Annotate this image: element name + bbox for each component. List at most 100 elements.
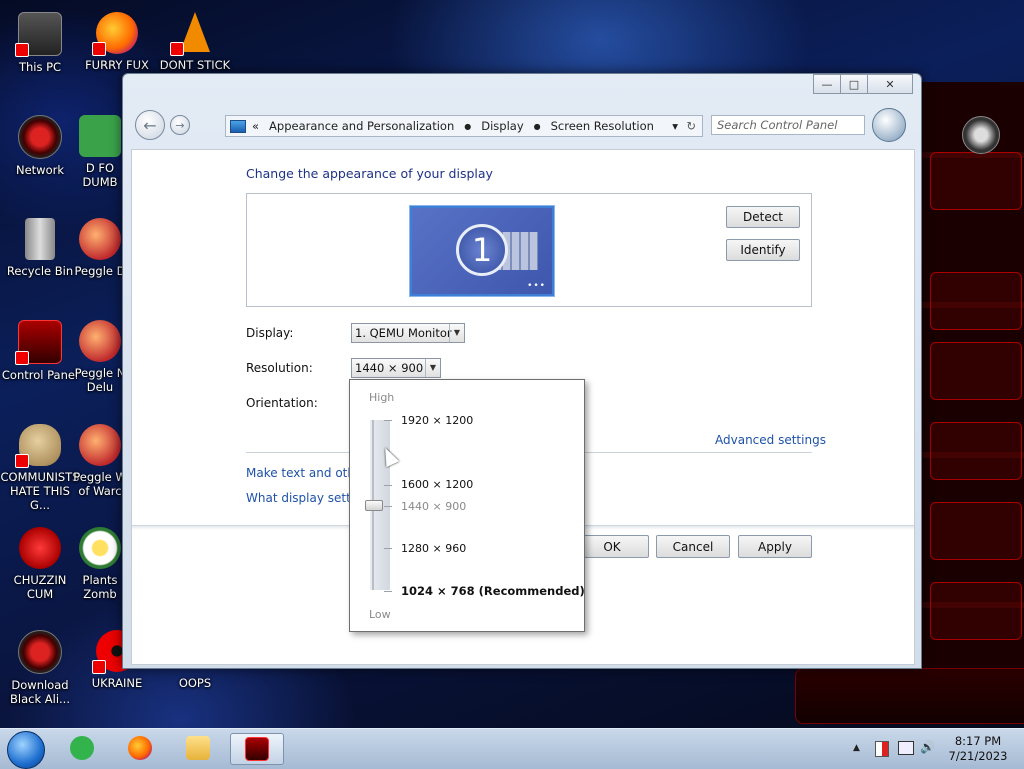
firefox-icon — [128, 736, 152, 760]
cancel-button[interactable]: Cancel — [656, 535, 730, 558]
desktop-icon-d-fo-dumb[interactable]: D FO DUMB — [70, 115, 130, 189]
desktop-icon-label: Peggle N Delu — [74, 366, 126, 394]
display-select[interactable]: 1. QEMU Monitor ▼ — [351, 323, 465, 343]
system-clock[interactable]: 8:17 PM 7/21/2023 — [940, 734, 1016, 764]
desktop-icon-peggle-nights[interactable]: Peggle N Delu — [70, 320, 130, 394]
chevron-down-icon: ▼ — [449, 324, 464, 342]
ok-button[interactable]: OK — [575, 535, 649, 558]
slider-tick — [384, 548, 392, 549]
breadcrumb-display[interactable]: Display — [481, 119, 523, 133]
desktop-icon-peggle-d[interactable]: Peggle D — [70, 218, 130, 278]
back-arrow-icon: ← — [143, 115, 157, 135]
firefox-icon — [92, 12, 138, 56]
display-preview-area: 1 ••• Detect Identify — [246, 193, 812, 307]
peggle-icon — [79, 218, 121, 260]
monitor-preview[interactable]: 1 ••• — [410, 206, 554, 296]
action-center-flag-icon[interactable] — [875, 741, 889, 757]
network-icon[interactable] — [898, 741, 914, 755]
forward-button[interactable]: → — [170, 115, 190, 135]
desktop-icon-peggle-warcraft[interactable]: Peggle W of Warc — [70, 424, 130, 498]
green-app-icon — [70, 736, 94, 760]
desktop-icon-recycle-bin[interactable]: Recycle Bin — [0, 218, 80, 278]
resolution-option[interactable]: 1600 × 1200 — [401, 478, 473, 491]
start-button[interactable] — [7, 731, 45, 769]
peggle-icon — [79, 424, 121, 466]
monitor-dots: ••• — [527, 281, 546, 291]
advanced-settings-link[interactable]: Advanced settings — [715, 433, 826, 447]
desktop-icon-label: DONT STICK — [159, 58, 231, 72]
taskbar: ▲ 🔊 8:17 PM 7/21/2023 — [0, 728, 1024, 769]
detect-button[interactable]: Detect — [726, 206, 800, 228]
breadcrumb-separator-icon[interactable]: ● — [534, 122, 541, 131]
peggle-icon — [79, 320, 121, 362]
refresh-icon[interactable]: ↻ — [686, 119, 696, 133]
green-app-icon — [79, 115, 121, 157]
identify-button[interactable]: Identify — [726, 239, 800, 261]
desktop-icon-communists[interactable]: COMMUNISTS HATE THIS G... — [0, 424, 80, 512]
resolution-option[interactable]: 1440 × 900 — [401, 500, 466, 513]
desktop-icon-this-pc[interactable]: This PC — [0, 12, 80, 74]
alien-network-icon — [18, 115, 62, 159]
slider-high-label: High — [369, 391, 395, 404]
minimize-button[interactable]: — — [813, 74, 841, 94]
this-pc-icon — [15, 12, 62, 57]
taskbar-firefox[interactable] — [120, 733, 160, 765]
breadcrumb-separator-icon[interactable]: ● — [464, 122, 471, 131]
resolution-option[interactable]: 1024 × 768 (Recommended) — [401, 584, 585, 598]
breadcrumb-chevron[interactable]: « — [252, 119, 259, 133]
resolution-select-value: 1440 × 900 — [355, 361, 424, 375]
plants-zombies-icon — [79, 527, 121, 569]
apply-button[interactable]: Apply — [738, 535, 812, 558]
navigation-bar: ← → « Appearance and Personalization ● D… — [123, 104, 921, 144]
desktop-icon-network[interactable]: Network — [0, 115, 80, 177]
display-label: Display: — [246, 326, 294, 340]
taskbar-file-explorer[interactable] — [178, 733, 218, 765]
desktop-icon-label: Control Panel — [1, 368, 79, 382]
clock-time: 8:17 PM — [954, 734, 1002, 748]
orientation-label: Orientation: — [246, 396, 318, 410]
control-panel-icon — [230, 119, 246, 133]
folder-icon — [186, 736, 210, 760]
breadcrumb-screen-resolution[interactable]: Screen Resolution — [551, 119, 654, 133]
desktop-icon-label: OOPS — [178, 676, 212, 690]
wallpaper-alien-panel — [920, 82, 1024, 722]
taskbar-control-panel[interactable] — [230, 733, 284, 765]
control-panel-icon — [245, 737, 269, 761]
recycle-bin-icon — [25, 218, 55, 260]
resolution-select[interactable]: 1440 × 900 ▼ — [351, 358, 441, 378]
chevron-down-icon: ▼ — [425, 359, 440, 377]
desktop-icon-download-alien[interactable]: Download Black Ali... — [0, 630, 80, 706]
slider-tick — [384, 591, 392, 592]
address-bar[interactable]: « Appearance and Personalization ● Displ… — [225, 115, 703, 137]
taskbar-app-green[interactable] — [62, 733, 102, 765]
resolution-slider-thumb[interactable] — [365, 500, 383, 511]
desktop-icon-dont-stick[interactable]: DONT STICK — [155, 12, 235, 72]
search-icon[interactable] — [872, 108, 906, 142]
monitor-number: 1 — [456, 224, 508, 276]
desktop-icon-label: UKRAINE — [91, 676, 143, 690]
desktop-icon-furry-fux[interactable]: FURRY FUX — [77, 12, 157, 72]
page-title: Change the appearance of your display — [246, 166, 493, 181]
maximize-button[interactable]: □ — [840, 74, 868, 94]
resolution-option[interactable]: 1920 × 1200 — [401, 414, 473, 427]
address-dropdown-icon[interactable]: ▾ — [672, 119, 678, 133]
desktop-icon-control-panel[interactable]: Control Panel — [0, 320, 80, 382]
search-input[interactable]: Search Control Panel — [711, 115, 865, 135]
close-button[interactable]: ✕ — [867, 74, 913, 94]
display-select-value: 1. QEMU Monitor — [355, 326, 452, 340]
desktop-icon-label: Plants Zomb — [82, 573, 118, 601]
desktop-icon-label: Peggle W of Warc — [73, 470, 127, 498]
resolution-option[interactable]: 1280 × 960 — [401, 542, 466, 555]
slider-low-label: Low — [369, 608, 391, 621]
volume-icon[interactable]: 🔊 — [920, 740, 935, 754]
desktop-icon-label: Peggle D — [74, 264, 126, 278]
wallpaper-alien-bottom — [795, 668, 1024, 724]
control-panel-icon — [15, 320, 62, 365]
desktop-icon-plants[interactable]: Plants Zomb — [70, 527, 130, 601]
desktop-icon-chuzzin[interactable]: CHUZZIN CUM — [0, 527, 80, 601]
back-button[interactable]: ← — [135, 110, 165, 140]
breadcrumb-appearance[interactable]: Appearance and Personalization — [269, 119, 454, 133]
show-hidden-icons-button[interactable]: ▲ — [853, 743, 860, 753]
desktop-icon-label: CHUZZIN CUM — [13, 573, 67, 601]
clock-date: 7/21/2023 — [948, 749, 1008, 763]
